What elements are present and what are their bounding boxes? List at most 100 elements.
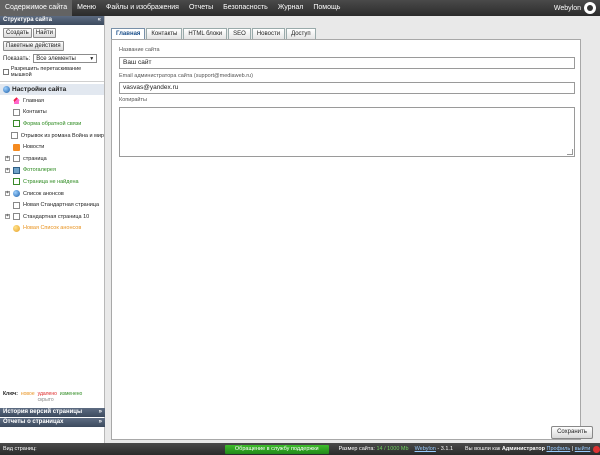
tree-item-label: Контакты — [23, 109, 47, 116]
tree-item-label: Страница не найдена — [23, 178, 79, 185]
settings-form: Название сайта Ваш сайт Email администра… — [111, 39, 581, 440]
reports-panel-header[interactable]: Отчеты о страницах » — [0, 418, 105, 427]
show-filter-row: Показать: Все элементы ▼ — [0, 51, 104, 66]
site-tree: Настройки сайта Главная Контакты Форма о… — [0, 82, 104, 234]
site-name-input[interactable]: Ваш сайт — [119, 57, 575, 69]
globe-icon — [13, 224, 20, 232]
dragdrop-label: Разрешить перетаскивание мышкой — [10, 66, 82, 78]
version-info: Webylon - 3.1.1 — [415, 446, 453, 452]
tree-item-announcements[interactable]: + Список анонсов — [0, 188, 104, 200]
page-icon — [13, 213, 20, 221]
tree-item-page[interactable]: + страница — [0, 153, 104, 165]
legend-changed: изменено — [59, 391, 83, 397]
collapse-icon[interactable]: « — [98, 16, 101, 25]
expand-icon[interactable]: + — [5, 167, 10, 173]
site-size-label: Размер сайта: — [338, 446, 375, 452]
user-info: Вы вошли как Администратор Профиль | вый… — [465, 446, 591, 452]
create-button[interactable]: Создать — [3, 28, 32, 38]
tree-item-label: Главная — [23, 97, 44, 104]
tree-item-label: Форма обратной связи — [23, 120, 82, 127]
sidebar-button-row: Создать Найти — [0, 25, 104, 38]
form-page-icon — [13, 120, 20, 128]
menu-security[interactable]: Безопасность — [218, 0, 273, 16]
expand-icon[interactable]: + — [5, 156, 10, 162]
support-button[interactable]: Обращение в службу поддержки — [224, 444, 329, 454]
status-bar: Вид страниц: Обращение в службу поддержк… — [0, 443, 600, 455]
profile-link[interactable]: Профиль — [547, 446, 571, 452]
menu-reports[interactable]: Отчеты — [184, 0, 218, 16]
history-panel-title: История версий страницы — [3, 409, 83, 415]
save-button[interactable]: Сохранить — [551, 426, 593, 439]
tree-item-home[interactable]: Главная — [0, 95, 104, 107]
tree-item-label: Фотогалерея — [23, 167, 56, 174]
site-size-value: 14 / 1000 Mb — [376, 446, 409, 452]
tab-news[interactable]: Новости — [251, 28, 286, 39]
sidebar-bottom-panels: История версий страницы » Отчеты о стран… — [0, 407, 105, 427]
legend-hidden: скрыто — [37, 397, 54, 403]
site-structure-header[interactable]: Структура сайта « — [0, 16, 104, 25]
tree-item-feedback-form[interactable]: Форма обратной связи — [0, 118, 104, 130]
brand-name: Webylon — [553, 4, 581, 12]
tree-item-label: Стандартная страница 10 — [23, 213, 90, 220]
user-name: Администратор — [501, 446, 545, 452]
tree-item-label: Новая Стандартная страница — [23, 202, 100, 209]
tree-item-label: страница — [23, 155, 47, 162]
history-panel-header[interactable]: История версий страницы » — [0, 408, 105, 417]
menu-site-content[interactable]: Содержимое сайта — [0, 0, 73, 16]
page-icon — [13, 155, 20, 163]
tree-root-label: Настройки сайта — [12, 86, 67, 93]
tree-item-standard-page-10[interactable]: + Стандартная страница 10 — [0, 211, 104, 223]
admin-email-label: Email администратора сайта (support@medi… — [119, 73, 253, 79]
tree-item-contacts[interactable]: Контакты — [0, 107, 104, 119]
admin-email-input[interactable]: vasvas@yandex.ru — [119, 82, 575, 94]
webylon-link[interactable]: Webylon — [415, 446, 436, 452]
tree-legend: Ключ: новое удалено скрыто изменено — [0, 391, 104, 403]
expand-panel-icon[interactable]: » — [99, 418, 102, 427]
tree-item-label: Отрывок из романа Война и мир — [20, 132, 104, 139]
tab-access[interactable]: Доступ — [286, 28, 316, 39]
logged-in-label: Вы вошли как — [465, 446, 501, 452]
chevron-down-icon: ▼ — [89, 55, 95, 62]
tree-item-new-announcements[interactable]: Новая Список анонсов — [0, 223, 104, 235]
show-filter-select[interactable]: Все элементы ▼ — [33, 54, 98, 63]
dragdrop-checkbox[interactable] — [3, 69, 9, 75]
tab-html-blocks[interactable]: HTML блоки — [183, 28, 228, 39]
globe-icon — [3, 86, 10, 93]
globe-icon — [13, 190, 20, 198]
sidebar-batch-row: Пакетные действия — [0, 38, 104, 51]
show-filter-value: Все элементы — [36, 55, 76, 62]
tab-main[interactable]: Главная — [111, 28, 146, 39]
menu-help[interactable]: Помощь — [308, 0, 345, 16]
find-button[interactable]: Найти — [32, 28, 56, 38]
dragdrop-row: Разрешить перетаскивание мышкой — [0, 66, 104, 82]
expand-icon[interactable]: + — [5, 191, 10, 197]
tab-seo[interactable]: SEO — [228, 28, 251, 39]
tree-item-news[interactable]: Новости — [0, 141, 104, 153]
brand: Webylon — [554, 2, 600, 14]
tree-item-page-not-found[interactable]: Страница не найдена — [0, 176, 104, 188]
menu-log[interactable]: Журнал — [273, 0, 309, 16]
expand-panel-icon[interactable]: » — [99, 408, 102, 417]
site-structure-title: Структура сайта — [3, 17, 52, 23]
rss-icon — [13, 143, 20, 151]
settings-tabs: Главная Контакты HTML блоки SEO Новости … — [111, 28, 316, 39]
expand-icon[interactable]: + — [5, 214, 10, 220]
tree-item-photo-gallery[interactable]: + Фотогалерея — [0, 165, 104, 177]
top-menu-bar: Содержимое сайта Меню Файлы и изображени… — [0, 0, 600, 16]
version-text: - 3.1.1 — [437, 446, 453, 452]
tab-contacts[interactable]: Контакты — [146, 28, 183, 39]
logout-link[interactable]: выйти — [575, 446, 591, 452]
tree-item-label: Новости — [23, 144, 45, 151]
copyright-label: Копирайты — [119, 97, 147, 103]
tree-root-site-settings[interactable]: Настройки сайта — [0, 84, 104, 95]
tree-item-new-standard-page[interactable]: Новая Стандартная страница — [0, 199, 104, 211]
batch-actions-button[interactable]: Пакетные действия — [3, 41, 64, 51]
tree-item-war-and-peace[interactable]: Отрывок из романа Война и мир — [0, 130, 104, 142]
menu-menu[interactable]: Меню — [72, 0, 101, 16]
menu-files-images[interactable]: Файлы и изображения — [101, 0, 184, 16]
main-content: Главная Контакты HTML блоки SEO Новости … — [111, 28, 581, 440]
copyright-textarea[interactable] — [119, 107, 575, 157]
logout-icon[interactable] — [593, 445, 600, 453]
page-icon — [13, 201, 20, 209]
site-name-label: Название сайта — [119, 47, 160, 53]
